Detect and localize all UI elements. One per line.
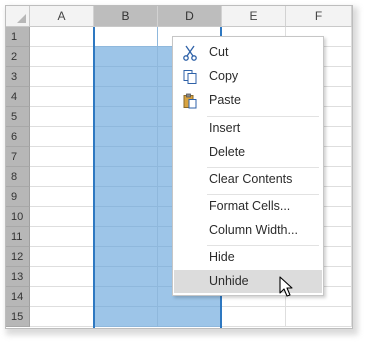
menu-item-hide[interactable]: Hide [174, 246, 322, 269]
row-header[interactable]: 2 [6, 47, 30, 67]
scissors-icon [183, 45, 197, 61]
grid-cell[interactable] [30, 127, 94, 147]
context-menu: Cut Copy Paste Insert Delete Clear Conte… [172, 36, 324, 296]
row-header[interactable]: 1 [6, 27, 30, 47]
grid-cell[interactable] [30, 287, 94, 307]
menu-item-insert[interactable]: Insert [174, 117, 322, 140]
grid-cell[interactable] [94, 27, 158, 47]
row-header[interactable]: 9 [6, 187, 30, 207]
grid-cell[interactable] [30, 267, 94, 287]
row-header[interactable]: 7 [6, 147, 30, 167]
menu-item-column-width[interactable]: Column Width... [174, 219, 322, 242]
grid-cell[interactable] [94, 67, 158, 87]
grid-cell[interactable] [94, 307, 158, 327]
grid-cell[interactable] [94, 127, 158, 147]
menu-item-unhide-label: Unhide [209, 274, 249, 288]
menu-item-insert-label: Insert [209, 121, 241, 135]
menu-item-copy[interactable]: Copy [174, 65, 322, 88]
row-header[interactable]: 14 [6, 287, 30, 307]
row-header[interactable]: 8 [6, 167, 30, 187]
menu-item-copy-label: Copy [209, 69, 239, 83]
grid-cell[interactable] [94, 267, 158, 287]
menu-item-delete-label: Delete [209, 145, 246, 159]
menu-item-format-cells[interactable]: Format Cells... [174, 195, 322, 218]
row-header[interactable]: 13 [6, 267, 30, 287]
column-header-d[interactable]: D [158, 6, 222, 27]
grid-cell[interactable] [30, 227, 94, 247]
select-all-triangle-icon [17, 14, 26, 23]
row-header[interactable]: 5 [6, 107, 30, 127]
row-header[interactable]: 4 [6, 87, 30, 107]
grid-cell[interactable] [94, 247, 158, 267]
copy-icon [183, 70, 197, 84]
selection-left-border [93, 27, 95, 328]
select-all-corner[interactable] [6, 6, 30, 27]
grid-cell[interactable] [30, 27, 94, 47]
column-header-e[interactable]: E [222, 6, 286, 27]
paste-icon [183, 93, 197, 109]
grid-cell[interactable] [30, 247, 94, 267]
grid-cell[interactable] [158, 307, 222, 327]
menu-item-unhide[interactable]: Unhide [174, 270, 322, 293]
row-header[interactable]: 12 [6, 247, 30, 267]
grid-cell[interactable] [30, 187, 94, 207]
grid-cell[interactable] [30, 67, 94, 87]
grid-cell[interactable] [30, 167, 94, 187]
grid-cell[interactable] [94, 107, 158, 127]
grid-cell[interactable] [30, 307, 94, 327]
column-header-f[interactable]: F [286, 6, 352, 27]
row-header[interactable]: 10 [6, 207, 30, 227]
menu-item-column-width-label: Column Width... [209, 223, 298, 237]
grid-cell[interactable] [94, 167, 158, 187]
grid-cell[interactable] [222, 307, 286, 327]
menu-item-clear-contents[interactable]: Clear Contents [174, 168, 322, 191]
grid-cell[interactable] [94, 47, 158, 67]
grid-cell[interactable] [286, 307, 352, 327]
grid-cell[interactable] [94, 287, 158, 307]
grid-cell[interactable] [94, 147, 158, 167]
grid-cell[interactable] [30, 107, 94, 127]
row-header[interactable]: 3 [6, 67, 30, 87]
grid-cell[interactable] [94, 227, 158, 247]
menu-item-paste[interactable]: Paste [174, 89, 322, 112]
menu-item-hide-label: Hide [209, 250, 235, 264]
grid-cell[interactable] [94, 207, 158, 227]
grid-cell[interactable] [30, 207, 94, 227]
menu-item-paste-label: Paste [209, 93, 241, 107]
row-header[interactable]: 6 [6, 127, 30, 147]
row-header[interactable]: 11 [6, 227, 30, 247]
menu-item-clear-contents-label: Clear Contents [209, 172, 293, 186]
menu-item-cut-label: Cut [209, 45, 229, 59]
grid-cell[interactable] [30, 147, 94, 167]
menu-item-cut[interactable]: Cut [174, 41, 322, 64]
column-header-b[interactable]: B [94, 6, 158, 27]
grid-cell[interactable] [94, 87, 158, 107]
grid-cell[interactable] [30, 47, 94, 67]
grid-cell[interactable] [94, 187, 158, 207]
menu-item-delete[interactable]: Delete [174, 141, 322, 164]
menu-item-format-cells-label: Format Cells... [209, 199, 291, 213]
column-header-a[interactable]: A [30, 6, 94, 27]
row-header[interactable]: 15 [6, 307, 30, 327]
mouse-pointer-icon [279, 276, 293, 297]
grid-cell[interactable] [30, 87, 94, 107]
